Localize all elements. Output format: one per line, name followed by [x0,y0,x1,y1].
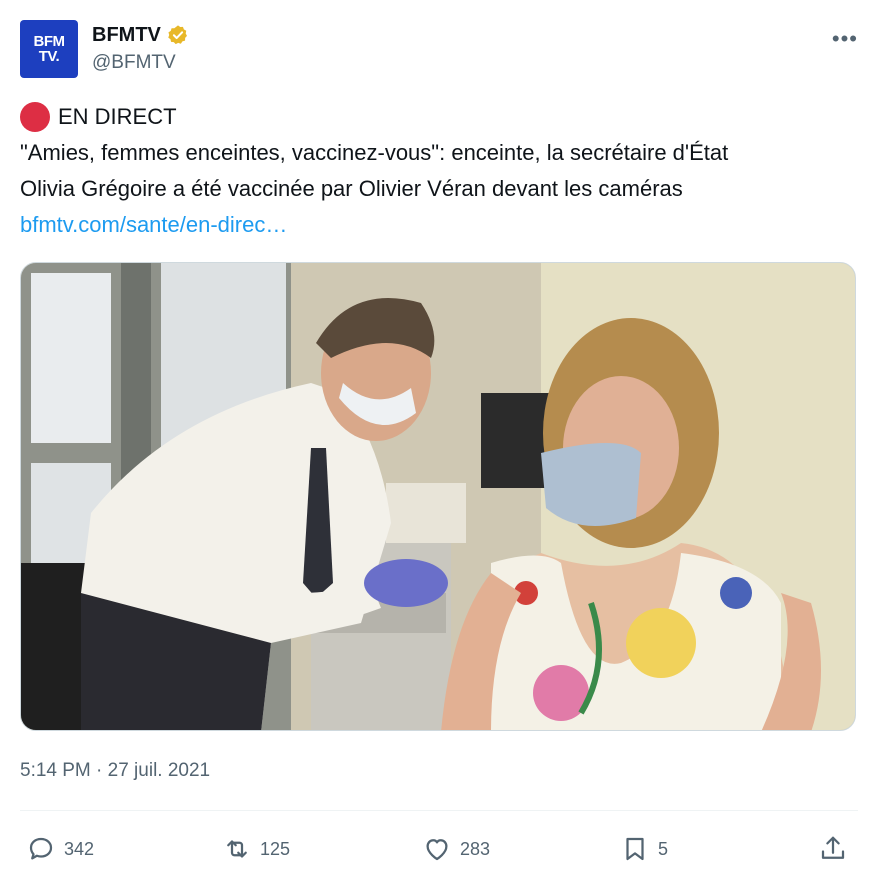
bookmark-count: 5 [658,838,669,859]
share-icon [821,836,845,859]
bookmark-button[interactable]: 5 [620,826,668,872]
handle[interactable]: @BFMTV [92,52,176,74]
tweet-media-image[interactable] [20,262,856,731]
bookmark-icon [626,837,644,861]
red-circle-icon [20,102,50,132]
action-bar: 342 125 283 5 [20,826,858,872]
tweet-line-1: "Amies, femmes enceintes, vaccinez-vous"… [20,140,729,165]
live-row: EN DIRECT [20,99,860,135]
display-name[interactable]: BFMTV [92,24,161,47]
tweet-header: BFM TV. BFMTV @BFMTV ••• [20,20,858,80]
article-link[interactable]: bfmtv.com/sante/en-direc… [20,212,287,237]
verified-badge-icon [167,24,189,46]
reply-button[interactable]: 342 [26,826,94,872]
name-row: BFMTV [92,22,189,48]
divider [20,810,858,811]
tweet-line-2: Olivia Grégoire a été vaccinée par Olivi… [20,176,683,201]
avatar[interactable]: BFM TV. [20,20,78,78]
avatar-text-line1: BFM [33,33,66,50]
avatar-text-line2: TV. [38,48,60,65]
like-button[interactable]: 283 [422,826,490,872]
tweet-text: EN DIRECT "Amies, femmes enceintes, vacc… [20,99,860,243]
reply-icon [29,837,53,860]
retweet-icon [227,840,247,858]
retweet-count: 125 [260,838,291,859]
more-options-icon[interactable]: ••• [832,26,858,52]
live-label: EN DIRECT [58,104,177,129]
heart-icon [426,839,448,861]
share-button[interactable] [818,826,848,872]
vaccination-photo [21,263,855,730]
timestamp[interactable]: 5:14 PM · 27 juil. 2021 [20,760,210,782]
like-count: 283 [460,838,491,859]
reply-count: 342 [64,838,95,859]
retweet-button[interactable]: 125 [222,826,290,872]
